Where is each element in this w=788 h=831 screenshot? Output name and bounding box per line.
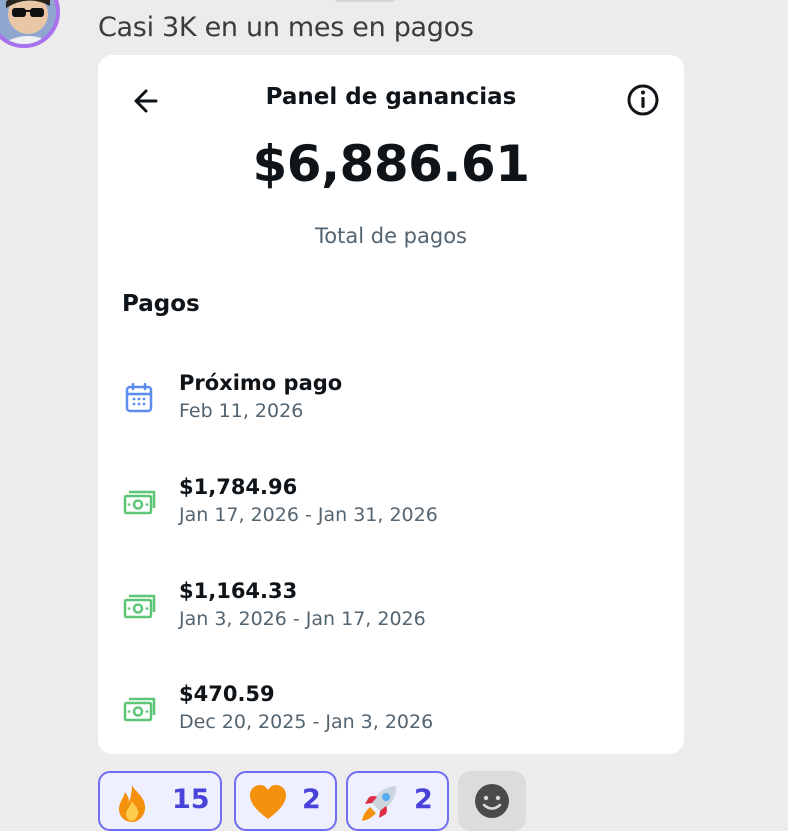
avatar-photo [0,0,56,44]
calendar-icon [122,382,156,413]
smiley-icon [475,784,509,818]
reaction-count: 2 [414,784,433,815]
reaction-fire[interactable]: 15 [98,771,222,831]
reaction-count: 15 [172,784,210,815]
rocket-icon [362,786,397,821]
payout-period: Jan 3, 2026 - Jan 17, 2026 [179,608,426,630]
payout-period: Dec 20, 2025 - Jan 3, 2026 [179,711,434,733]
fire-icon [119,785,146,822]
info-icon [627,84,659,116]
payout-amount: $470.59 [179,682,275,706]
total-earnings-label: Total de pagos [315,224,467,248]
payout-item[interactable]: $1,784.96 Jan 17, 2026 - Jan 31, 2026 [98,475,684,545]
message-text: Casi 3K en un mes en pagos [98,12,474,43]
info-button[interactable] [624,81,662,119]
reaction-count: 2 [302,784,321,815]
payout-item[interactable]: $470.59 Dec 20, 2025 - Jan 3, 2026 [98,682,684,752]
scroll-indicator [334,0,396,2]
total-earnings-amount: $6,886.61 [252,135,530,193]
payout-amount: $1,164.33 [179,579,298,603]
reaction-orange-heart[interactable]: 2 [234,771,337,831]
payout-date: Feb 11, 2026 [179,400,304,422]
payouts-section-title: Pagos [122,291,200,317]
earnings-panel-card[interactable]: Panel de ganancias $6,886.61 Total de pa… [98,55,684,754]
cash-icon [122,591,156,621]
payout-item-next[interactable]: Próximo pago Feb 11, 2026 [98,371,684,441]
payout-amount: $1,784.96 [179,475,298,499]
panel-title: Panel de ganancias [265,84,517,110]
payout-period: Jan 17, 2026 - Jan 31, 2026 [179,504,438,526]
sender-avatar[interactable] [0,0,60,48]
payout-item[interactable]: $1,164.33 Jan 3, 2026 - Jan 17, 2026 [98,579,684,649]
add-reaction-button[interactable] [458,771,526,831]
payout-title: Próximo pago [179,371,343,395]
cash-icon [122,694,156,724]
cash-icon [122,487,156,517]
reaction-rocket[interactable]: 2 [346,771,449,831]
orange-heart-icon [250,785,286,819]
